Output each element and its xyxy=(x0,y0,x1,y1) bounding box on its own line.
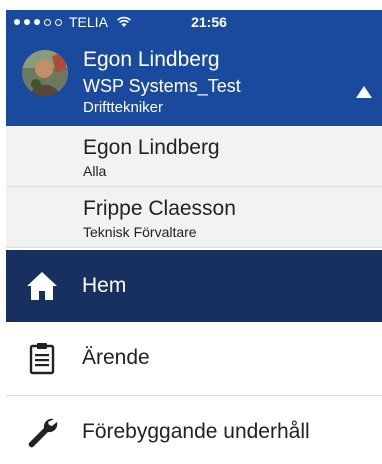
status-bar: TELIA 21:56 xyxy=(6,10,382,32)
nav-item-label: Hem xyxy=(82,274,127,297)
nav-item-hem[interactable]: Hem xyxy=(6,250,382,322)
account-name: Egon Lindberg xyxy=(83,136,220,159)
wrench-icon xyxy=(28,418,58,448)
account-subtitle: Teknisk Förvaltare xyxy=(83,224,197,240)
clipboard-icon xyxy=(29,343,55,375)
account-subtitle: Alla xyxy=(83,163,107,179)
account-item[interactable]: Frippe Claesson Teknisk Förvaltare xyxy=(6,187,382,248)
avatar-photo xyxy=(22,50,68,96)
nav-item-label: Ärende xyxy=(82,346,150,369)
home-icon xyxy=(27,272,57,300)
profile-role: Drifttekniker xyxy=(83,99,164,116)
nav-item-arende[interactable]: Ärende xyxy=(6,322,382,394)
app-frame: TELIA 21:56 Egon Lindberg WSP Systems_Te… xyxy=(6,10,382,464)
avatar[interactable] xyxy=(22,50,68,96)
clock: 21:56 xyxy=(191,14,227,30)
profile-header: TELIA 21:56 Egon Lindberg WSP Systems_Te… xyxy=(6,10,382,126)
nav-item-forebyggande[interactable]: Förebyggande underhåll xyxy=(6,396,382,464)
account-item[interactable]: Egon Lindberg Alla xyxy=(6,126,382,187)
profile-name: Egon Lindberg xyxy=(83,48,220,71)
collapse-accounts-icon[interactable] xyxy=(356,86,372,98)
account-name: Frippe Claesson xyxy=(83,197,236,220)
profile-company: WSP Systems_Test xyxy=(83,76,241,96)
nav-item-label: Förebyggande underhåll xyxy=(82,420,310,443)
